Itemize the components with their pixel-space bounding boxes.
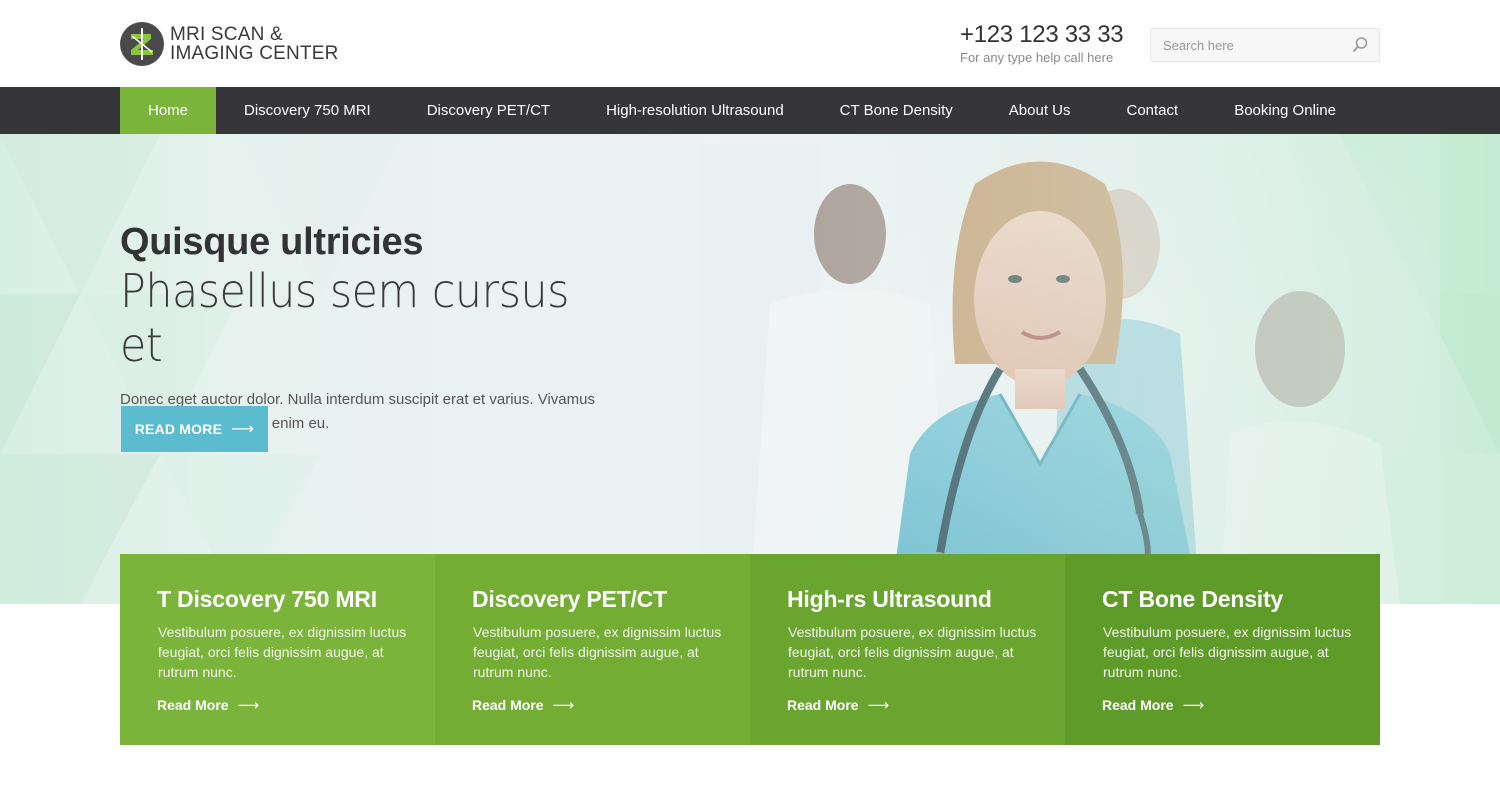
card-read-more-link[interactable]: Read More ⟶ — [1102, 696, 1204, 714]
search-box — [1150, 28, 1380, 62]
card-title: High-rs Ultrasound — [787, 586, 992, 612]
card-description: Vestibulum posuere, ex dignissim luctus … — [1103, 624, 1352, 680]
nav-item-discovery-pet-ct[interactable]: Discovery PET/CT — [399, 87, 578, 134]
nav-item-discovery-750-mri[interactable]: Discovery 750 MRI — [216, 87, 399, 134]
main-navigation: Home Discovery 750 MRI Discovery PET/CT … — [0, 87, 1500, 134]
arrow-right-icon: ⟶ — [867, 697, 890, 714]
hero-title: Quisque ultricies — [120, 221, 424, 263]
hero-content: Quisque ultricies Phasellus sem cursus e… — [120, 220, 640, 452]
arrow-right-icon: ⟶ — [1182, 697, 1205, 714]
card-read-more-label: Read More — [472, 697, 544, 713]
card-read-more-link[interactable]: Read More ⟶ — [472, 696, 574, 714]
service-card-ct-bone-density: CT Bone Density Vestibulum posuere, ex d… — [1065, 554, 1380, 745]
hero-image-medical-staff — [560, 134, 1440, 604]
nav-item-home[interactable]: Home — [120, 87, 217, 134]
card-description: Vestibulum posuere, ex dignissim luctus … — [158, 624, 407, 680]
service-cards: T Discovery 750 MRI Vestibulum posuere, … — [120, 554, 1380, 745]
card-read-more-label: Read More — [1102, 697, 1174, 713]
card-read-more-label: Read More — [787, 697, 859, 713]
phone-caption: For any type help call here — [960, 50, 1114, 65]
card-description: Vestibulum posuere, ex dignissim luctus … — [473, 624, 722, 680]
site-header: MRI SCAN & IMAGING CENTER +123 123 33 33… — [0, 0, 1500, 87]
hero-subtitle: Phasellus sem cursus et — [120, 264, 570, 372]
phone-number[interactable]: +123 123 33 33 — [960, 22, 1124, 48]
arrow-right-icon: ⟶ — [552, 697, 575, 714]
logo-line-2: IMAGING CENTER — [170, 43, 339, 64]
logo-text: MRI SCAN & IMAGING CENTER — [170, 25, 339, 63]
logo-icon — [120, 22, 164, 66]
card-description: Vestibulum posuere, ex dignissim luctus … — [788, 624, 1037, 680]
hero-read-more-label: READ MORE — [134, 421, 223, 437]
service-card-discovery-750-mri: T Discovery 750 MRI Vestibulum posuere, … — [120, 554, 435, 745]
card-read-more-link[interactable]: Read More ⟶ — [157, 696, 259, 714]
nav-item-about-us[interactable]: About Us — [981, 87, 1099, 134]
card-read-more-link[interactable]: Read More ⟶ — [787, 696, 889, 714]
card-title: CT Bone Density — [1102, 586, 1284, 612]
logo[interactable]: MRI SCAN & IMAGING CENTER — [120, 22, 339, 66]
nav-item-high-resolution-ultrasound[interactable]: High-resolution Ultrasound — [578, 87, 812, 134]
arrow-right-icon: ⟶ — [237, 697, 260, 714]
search-icon[interactable] — [1351, 36, 1369, 54]
nav-item-booking-online[interactable]: Booking Online — [1206, 87, 1364, 134]
card-title: T Discovery 750 MRI — [157, 586, 377, 612]
nav-item-contact[interactable]: Contact — [1098, 87, 1206, 134]
card-read-more-label: Read More — [157, 697, 229, 713]
service-card-ultrasound: High-rs Ultrasound Vestibulum posuere, e… — [750, 554, 1065, 745]
search-input[interactable] — [1151, 29, 1341, 61]
card-title: Discovery PET/CT — [472, 586, 667, 612]
hero-banner: Quisque ultricies Phasellus sem cursus e… — [0, 134, 1500, 604]
hero-read-more-button[interactable]: READ MORE ⟶ — [121, 406, 268, 452]
nav-item-ct-bone-density[interactable]: CT Bone Density — [812, 87, 981, 134]
service-card-discovery-pet-ct: Discovery PET/CT Vestibulum posuere, ex … — [435, 554, 750, 745]
contact-phone-block: +123 123 33 33 For any type help call he… — [960, 22, 1124, 66]
logo-line-1: MRI SCAN & — [170, 24, 283, 45]
arrow-right-icon: ⟶ — [231, 421, 255, 438]
